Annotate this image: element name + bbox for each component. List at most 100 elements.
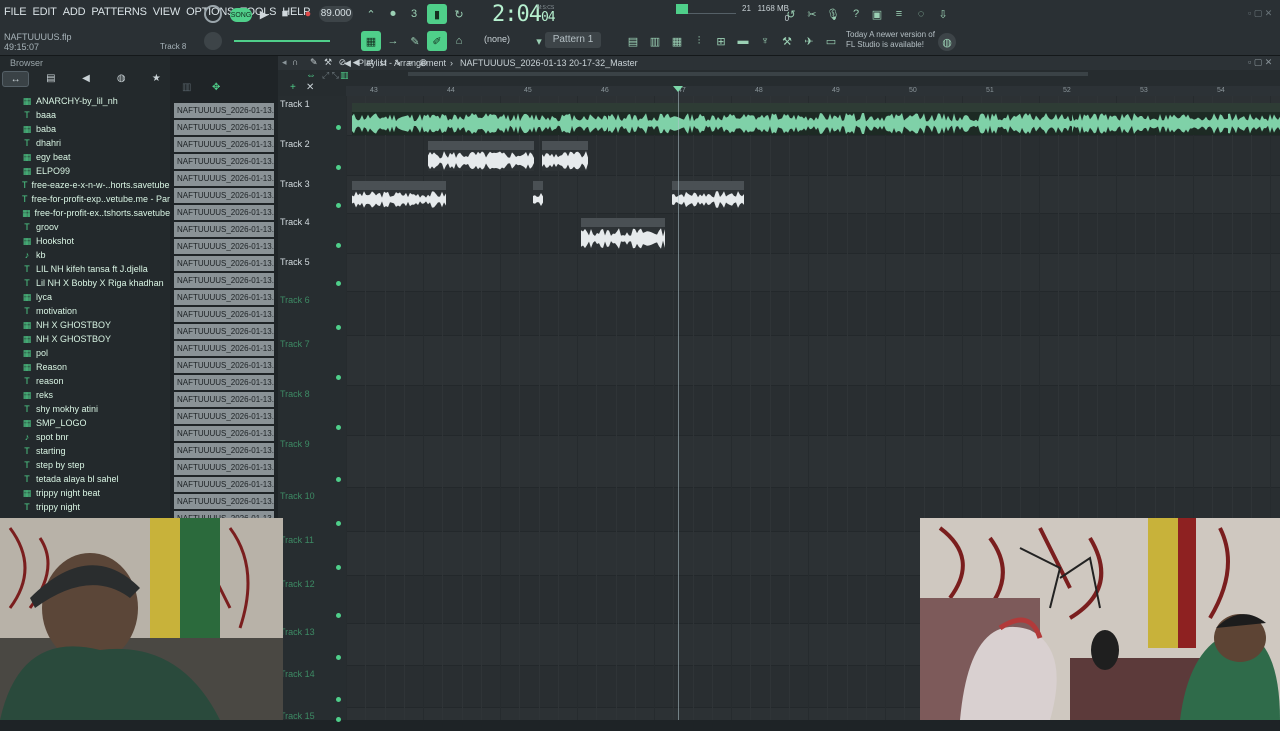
arrow-left-icon[interactable]: ◂ bbox=[282, 57, 287, 68]
playlist-snap-icon[interactable]: ▦ bbox=[361, 31, 381, 51]
paint-icon[interactable]: ✐ bbox=[427, 31, 447, 51]
clip-list-item[interactable]: NAFTUUUUS_2026-01-13... bbox=[174, 188, 274, 203]
clip-list-item[interactable]: NAFTUUUUS_2026-01-13... bbox=[174, 460, 274, 475]
browser-item[interactable]: T Lil NH X Bobby X Riga khadhan bbox=[0, 276, 170, 290]
track-mute-icon[interactable] bbox=[336, 325, 341, 330]
clip-list-item[interactable]: NAFTUUUUS_2026-01-13... bbox=[174, 443, 274, 458]
countdown-icon[interactable]: 3 bbox=[405, 5, 423, 23]
clip-list-item[interactable]: NAFTUUUUS_2026-01-13... bbox=[174, 222, 274, 237]
audio-clip[interactable]: ANARCHY-by_lil_nh bbox=[444, 103, 608, 135]
master-pitch-knob[interactable] bbox=[204, 32, 222, 50]
globe-icon[interactable]: ◍ bbox=[938, 33, 956, 51]
track-mute-icon[interactable] bbox=[336, 281, 341, 286]
clip-list-item[interactable]: NAFTUUUUS_2026-01-13... bbox=[174, 324, 274, 339]
browser-item[interactable]: ▦ lyca bbox=[0, 290, 170, 304]
track-header[interactable]: Track 6 bbox=[278, 295, 346, 339]
tempo-display[interactable]: 89.000 bbox=[319, 6, 353, 22]
clip-list-item[interactable]: NAFTUUUUS_2026-01-13... bbox=[174, 205, 274, 220]
metronome-icon[interactable]: ⌃ bbox=[362, 5, 380, 23]
record-mode-icon[interactable] bbox=[204, 5, 222, 23]
menu-view[interactable]: VIEW bbox=[153, 6, 181, 18]
browser-icon[interactable]: ▬ bbox=[734, 32, 752, 50]
stamp-icon[interactable]: ⌂ bbox=[450, 32, 468, 50]
audio-clip[interactable]: ANARCHY-by_lil_nh bbox=[1072, 103, 1228, 135]
browser-item[interactable]: ♪ kb bbox=[0, 248, 170, 262]
track-header[interactable]: Track 12 bbox=[278, 579, 346, 627]
clip-list-item[interactable]: NAFTUUUUS_2026-01-13... bbox=[174, 358, 274, 373]
browser-item[interactable]: Ttetada alaya bl sahel bbox=[0, 472, 170, 486]
clip-list-item[interactable]: NAFTUUUUS_2026-01-13... bbox=[174, 409, 274, 424]
browser-item[interactable]: ▦ Hookshot bbox=[0, 234, 170, 248]
playhead-handle-icon[interactable] bbox=[673, 86, 683, 92]
clip-list-item[interactable]: NAFTUUUUS_2026-01-13... bbox=[174, 103, 274, 118]
tempo-tapper-icon[interactable]: ✈ bbox=[800, 32, 818, 50]
browser-tab-files-icon[interactable]: ▤ bbox=[37, 71, 64, 87]
save-icon[interactable]: ▣ bbox=[868, 5, 886, 23]
track-mute-icon[interactable] bbox=[336, 125, 341, 130]
pattern-selector[interactable]: Pattern 1 bbox=[545, 32, 601, 48]
clip-list-item[interactable]: NAFTUUUUS_2026-01-13... bbox=[174, 494, 274, 509]
zoom-icon[interactable]: ⤢ ⤡ bbox=[322, 70, 339, 81]
browser-item[interactable]: Tgroov bbox=[0, 220, 170, 234]
browser-tab-favorites-icon[interactable]: ★ bbox=[143, 71, 170, 87]
playlist-icon[interactable]: ▤ bbox=[624, 32, 642, 50]
track-lane[interactable] bbox=[346, 336, 1280, 386]
playhead-marker[interactable] bbox=[678, 86, 679, 720]
microphone-icon[interactable]: 🎙 bbox=[824, 5, 842, 23]
track-lane[interactable] bbox=[346, 254, 1280, 292]
add-track-icon[interactable]: + bbox=[290, 82, 296, 93]
browser-item[interactable]: ▦ ANARCHY-by_lil_nh bbox=[0, 94, 170, 108]
track-header[interactable]: Track 1 bbox=[278, 99, 346, 139]
browser-item[interactable]: ▦ trippy night beat bbox=[0, 486, 170, 500]
clip-list-item[interactable]: NAFTUUUUS_2026-01-13... bbox=[174, 120, 274, 135]
snap-select[interactable]: (none) bbox=[484, 34, 510, 44]
wrench-icon[interactable]: ⚒ bbox=[778, 32, 796, 50]
hierarchy-icon[interactable]: ⊞ bbox=[712, 32, 730, 50]
move-icon[interactable]: ✥ bbox=[212, 82, 220, 93]
cloud-icon[interactable]: ▭ bbox=[822, 32, 840, 50]
track-mute-icon[interactable] bbox=[336, 613, 341, 618]
track-mute-icon[interactable] bbox=[336, 243, 341, 248]
browser-item[interactable]: Tmotivation bbox=[0, 304, 170, 318]
browser-item[interactable]: ▦free-for-profit-ex..tshorts.savetube.me bbox=[0, 206, 170, 220]
audio-clip[interactable]: NAFTUUUUS_..37_Master bbox=[581, 218, 665, 250]
track-header[interactable]: Track 8 bbox=[278, 389, 346, 439]
audio-clip[interactable] bbox=[533, 181, 543, 209]
menu-file[interactable]: FILE bbox=[4, 6, 27, 18]
track-header[interactable]: Track 11 bbox=[278, 535, 346, 579]
browser-item[interactable]: ▦ reks bbox=[0, 388, 170, 402]
clip-list-item[interactable]: NAFTUUUUS_2026-01-13... bbox=[174, 256, 274, 271]
track-mute-icon[interactable] bbox=[336, 655, 341, 660]
track-mute-icon[interactable] bbox=[336, 165, 341, 170]
browser-item[interactable]: Treason bbox=[0, 374, 170, 388]
audio-clip[interactable]: NAFTUUUUS_202..09-20_Master bbox=[428, 141, 534, 171]
browser-item[interactable]: ▦ egy beat bbox=[0, 150, 170, 164]
clip-list-item[interactable]: NAFTUUUUS_2026-01-13... bbox=[174, 375, 274, 390]
clip-list-item[interactable]: NAFTUUUUS_2026-01-13... bbox=[174, 477, 274, 492]
browser-item[interactable]: ▦ Reason bbox=[0, 360, 170, 374]
clip-list-item[interactable]: NAFTUUUUS_2026-01-13... bbox=[174, 137, 274, 152]
undo-icon[interactable]: ↺ bbox=[782, 5, 800, 23]
track-lane[interactable] bbox=[346, 436, 1280, 488]
clip-list-item[interactable]: NAFTUUUUS_2026-01-13... bbox=[174, 171, 274, 186]
mixer-window-icon[interactable]: ⫶ bbox=[690, 32, 708, 50]
master-volume-slider[interactable] bbox=[234, 40, 330, 42]
cut-icon[interactable]: ✂ bbox=[803, 5, 821, 23]
clip-list-icon[interactable]: ▥ bbox=[182, 82, 191, 93]
track-header[interactable]: Track 10 bbox=[278, 491, 346, 535]
audio-clip[interactable]: NAFTU..ster bbox=[542, 141, 588, 171]
piano-roll-icon[interactable]: ▥ bbox=[646, 32, 664, 50]
mixer-icon[interactable]: ≡ bbox=[890, 5, 908, 23]
clip-list-item[interactable]: NAFTUUUUS_2026-01-13... bbox=[174, 273, 274, 288]
track-lane[interactable] bbox=[346, 292, 1280, 336]
track-header[interactable]: Track 2 bbox=[278, 139, 346, 179]
browser-item[interactable]: Tstep by step bbox=[0, 458, 170, 472]
playlist-speaker-icon[interactable]: ◀ bbox=[344, 58, 351, 69]
resize-icon[interactable]: ⇔ bbox=[306, 70, 316, 81]
browser-tab-plugins-icon[interactable]: ◍ bbox=[108, 71, 135, 87]
track-lane[interactable] bbox=[346, 386, 1280, 436]
pencil-icon[interactable]: ✎ bbox=[406, 32, 424, 50]
wait-icon[interactable]: ⏺ bbox=[384, 5, 402, 23]
browser-item[interactable]: Tdhahri bbox=[0, 136, 170, 150]
track-header[interactable]: Track 7 bbox=[278, 339, 346, 389]
